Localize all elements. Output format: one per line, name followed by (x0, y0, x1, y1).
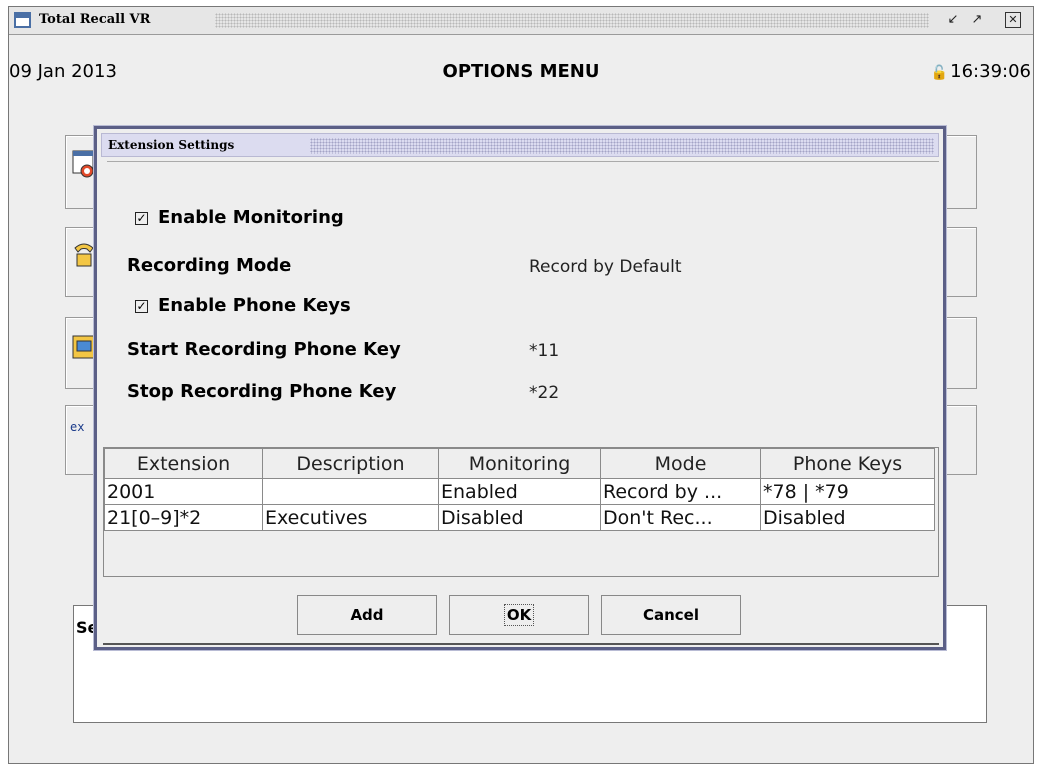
cancel-button[interactable]: Cancel (601, 595, 741, 635)
cell-description: Executives (262, 504, 439, 531)
recording-mode-value[interactable]: Record by Default (529, 257, 682, 277)
start-recording-key-value[interactable]: *11 (529, 341, 559, 361)
header-time: 🔓 16:39:06 (931, 61, 1031, 82)
dialog-bottom-rule (103, 643, 939, 645)
enable-monitoring-label: Enable Monitoring (158, 207, 344, 228)
extension-settings-dialog: Extension Settings ✓ Enable Monitoring Re… (94, 126, 946, 650)
add-button[interactable]: Add (297, 595, 437, 635)
dialog-divider (107, 161, 939, 162)
column-header-monitoring[interactable]: Monitoring (438, 448, 601, 479)
extension-icon-label: ex (70, 420, 85, 434)
check-icon: ✓ (135, 299, 148, 313)
cell-monitoring: Enabled (438, 478, 601, 505)
enable-monitoring-checkbox[interactable]: ✓ Enable Monitoring (135, 207, 344, 228)
ok-button-label: OK (503, 604, 535, 626)
page-title: OPTIONS MENU (442, 61, 600, 82)
cell-description (262, 478, 439, 505)
close-icon[interactable]: ✕ (1005, 12, 1021, 28)
cell-extension: 21[0–9]*2 (104, 504, 263, 531)
stop-recording-key-value[interactable]: *22 (529, 383, 559, 403)
enable-phone-keys-checkbox[interactable]: ✓ Enable Phone Keys (135, 295, 351, 316)
column-header-extension[interactable]: Extension (104, 448, 263, 479)
ok-button[interactable]: OK (449, 595, 589, 635)
stop-recording-key-label: Stop Recording Phone Key (127, 381, 397, 402)
dialog-title: Extension Settings (108, 138, 235, 152)
column-header-mode[interactable]: Mode (600, 448, 761, 479)
enable-phone-keys-label: Enable Phone Keys (158, 295, 351, 316)
lock-icon: 🔓 (930, 65, 949, 81)
table-row[interactable]: 21[0–9]*2 Executives Disabled Don't Rec.… (104, 504, 935, 531)
header-time-value: 16:39:06 (950, 61, 1031, 82)
minimize-icon[interactable]: ↙ (945, 12, 961, 28)
table-row[interactable]: 2001 Enabled Record by ... *78 | *79 (104, 478, 935, 505)
dialog-titlebar-grip (310, 138, 934, 154)
column-header-description[interactable]: Description (262, 448, 439, 479)
header-row: 09 Jan 2013 OPTIONS MENU 🔓 16:39:06 (9, 61, 1033, 85)
check-icon: ✓ (135, 211, 148, 225)
cell-extension: 2001 (104, 478, 263, 505)
extensions-table: Extension Description Monitoring Mode Ph… (104, 448, 935, 531)
phone-icon (74, 243, 94, 267)
window-title: Total Recall VR (39, 12, 151, 27)
dialog-titlebar[interactable]: Extension Settings (101, 133, 939, 157)
cell-monitoring: Disabled (438, 504, 601, 531)
computer-icon (72, 335, 96, 359)
table-header-row: Extension Description Monitoring Mode Ph… (104, 448, 935, 479)
recording-mode-label: Recording Mode (127, 255, 292, 276)
column-header-phone-keys[interactable]: Phone Keys (760, 448, 935, 479)
cell-mode: Don't Rec... (600, 504, 761, 531)
extensions-table-container[interactable]: Extension Description Monitoring Mode Ph… (103, 447, 939, 577)
start-recording-key-label: Start Recording Phone Key (127, 339, 401, 360)
cell-phone-keys: *78 | *79 (760, 478, 935, 505)
maximize-icon[interactable]: ↗ (969, 12, 985, 28)
titlebar-grip (215, 13, 929, 28)
cell-mode: Record by ... (600, 478, 761, 505)
window-titlebar[interactable]: Total Recall VR ↙ ↗ ✕ (9, 7, 1033, 35)
calendar-clock-icon (72, 150, 94, 178)
cell-phone-keys: Disabled (760, 504, 935, 531)
window-app-icon (14, 12, 31, 28)
